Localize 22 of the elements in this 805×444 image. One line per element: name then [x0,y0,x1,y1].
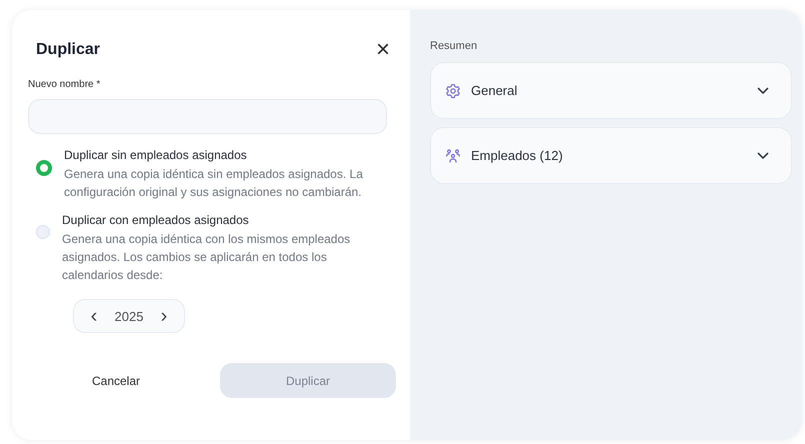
chevron-icon [757,152,769,160]
year-value: 2025 [114,308,144,324]
cancel-button[interactable]: Cancelar [28,363,204,398]
dialog-title: Duplicar [36,41,100,59]
chevron-icon [757,86,769,94]
section-label: General [471,83,518,98]
section-label: Empleados (12) [471,148,564,163]
option-description: Genera una copia idéntica sin empleados asignados. La configuración original y sus asignaciones no cambiarán. [64,166,364,201]
summary-title: Resumen [430,40,478,52]
next-year-button[interactable]: › [156,306,172,326]
previous-year-button[interactable]: ‹ [86,306,102,326]
option-title: Duplicar sin empleados asignados [64,148,248,162]
radio-button[interactable] [36,160,52,176]
summary-section[interactable]: General [430,62,792,119]
name-input-field[interactable] [28,99,387,134]
field-label: Nuevo nombre * [28,79,102,90]
summary-section[interactable]: Empleados (12) [430,127,792,184]
close-button[interactable]: × [376,40,390,60]
people-icon [445,148,461,164]
gear-icon [445,82,461,98]
option-title: Duplicar con empleados asignados [62,213,250,227]
option-description: Genera una copia idéntica con los mismos empleados asignados. Los cambios se aplicarán en todos los calendarios desde: [62,231,352,284]
